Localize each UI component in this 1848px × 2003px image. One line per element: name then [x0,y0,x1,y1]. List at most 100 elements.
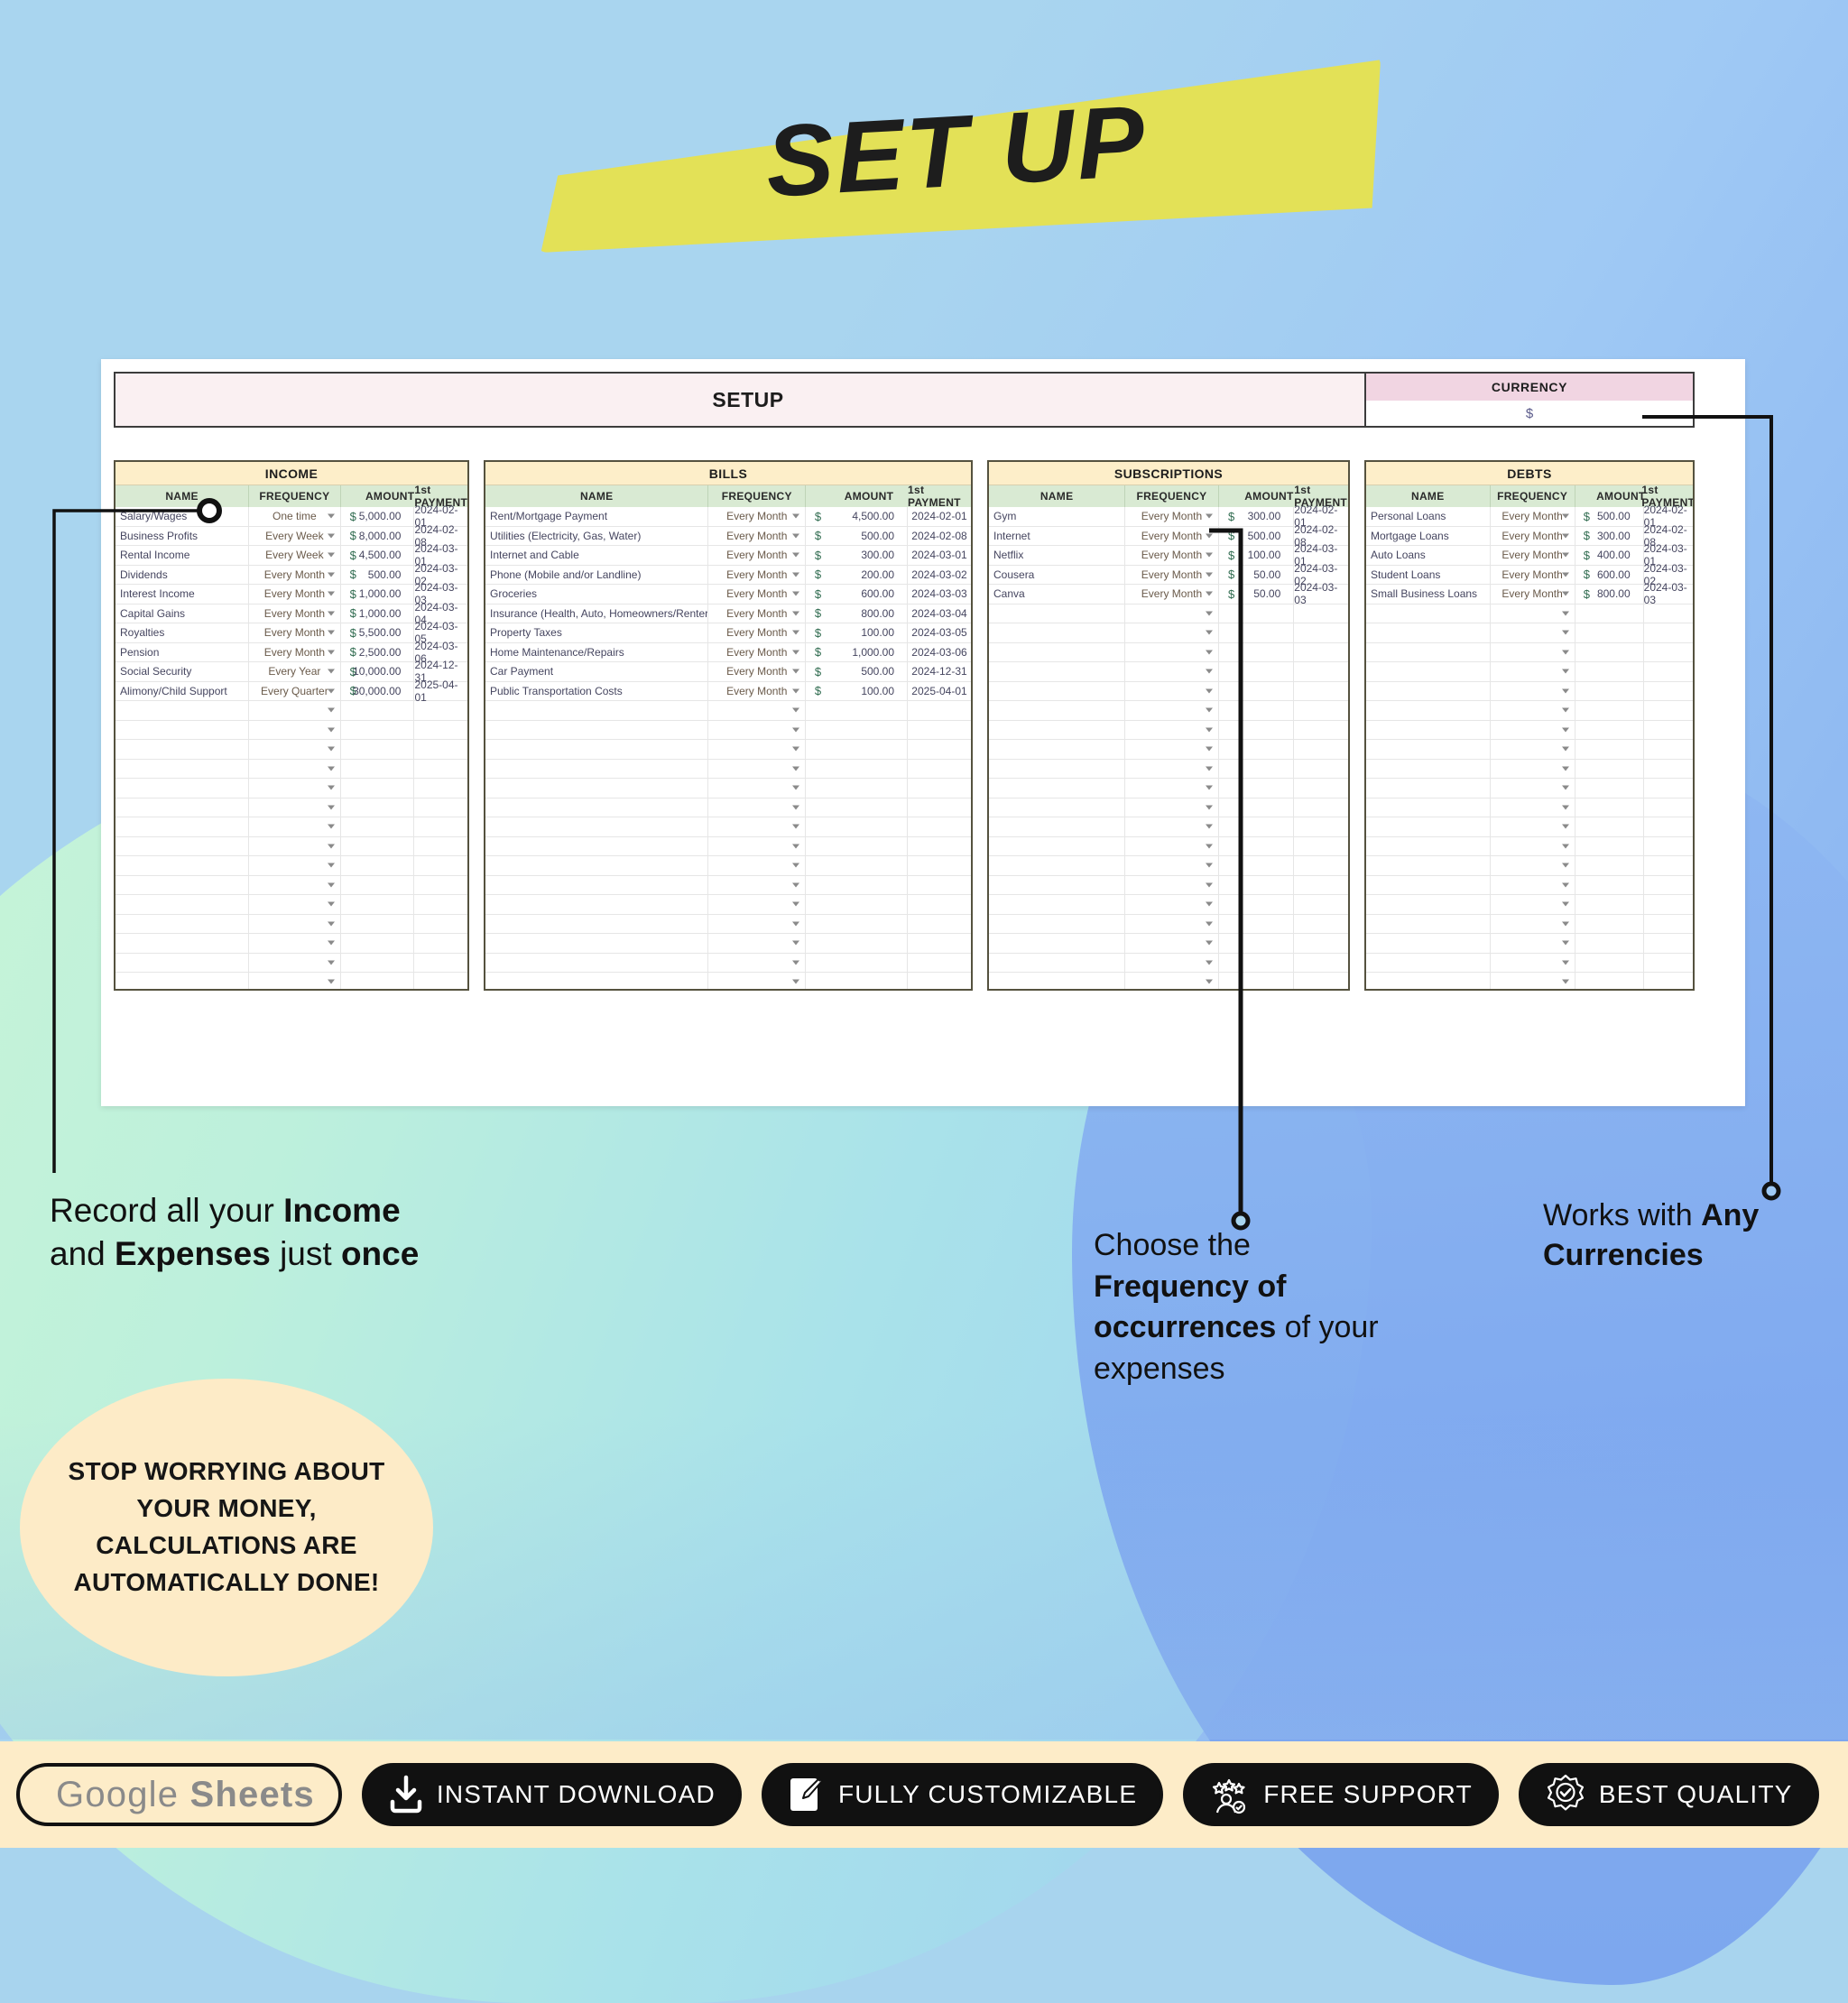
chevron-down-icon[interactable] [1561,766,1569,771]
cell-name[interactable]: Gym [989,507,1126,526]
table-row[interactable] [1366,623,1693,643]
chevron-down-icon[interactable] [327,591,335,596]
chevron-down-icon[interactable] [1561,746,1569,752]
cell-amount[interactable] [830,720,909,739]
cell-amount[interactable] [1598,623,1644,642]
chevron-down-icon[interactable] [1205,533,1213,539]
cell-amount[interactable] [365,914,415,933]
chevron-down-icon[interactable] [327,707,335,713]
cell-name[interactable] [116,856,250,875]
table-row[interactable] [1366,798,1693,817]
cell-amount[interactable] [830,934,909,953]
cell-amount[interactable]: 50.00 [1244,565,1295,584]
frequency-dropdown[interactable]: Every Month [249,604,341,623]
cell-name[interactable] [485,759,709,778]
cell-amount[interactable] [1244,895,1295,914]
table-row[interactable] [116,720,467,740]
table-row[interactable] [116,914,467,934]
table-row[interactable] [989,836,1348,856]
cell-amount[interactable] [830,914,909,933]
cell-name[interactable] [1366,740,1491,759]
cell-name[interactable] [989,817,1126,836]
cell-name[interactable]: Mortgage Loans [1366,526,1491,545]
cell-name[interactable] [116,953,250,972]
cell-amount[interactable]: 1,000.00 [830,642,909,661]
cell-amount[interactable]: 1,000.00 [359,604,415,623]
cell-name[interactable] [989,875,1126,894]
frequency-dropdown[interactable]: Every Month [1125,585,1219,604]
table-row[interactable] [116,875,467,895]
table-row[interactable] [485,836,971,856]
frequency-dropdown[interactable] [249,836,341,855]
frequency-dropdown[interactable] [1491,662,1575,681]
cell-name[interactable]: Royalties [116,623,250,642]
table-row[interactable] [1366,642,1693,662]
frequency-dropdown[interactable] [249,720,341,739]
frequency-dropdown[interactable] [708,817,807,836]
cell-first-payment[interactable] [1644,682,1693,701]
table-row[interactable]: Canva Every Month $50.00 2024-03-03 [989,581,1348,606]
cell-name[interactable]: Property Taxes [485,623,709,642]
cell-name[interactable] [989,836,1126,855]
chevron-down-icon[interactable] [1561,960,1569,965]
cell-amount[interactable]: 800.00 [830,604,909,623]
frequency-dropdown[interactable] [708,953,807,972]
cell-amount[interactable] [830,759,909,778]
chevron-down-icon[interactable] [1561,727,1569,733]
table-row[interactable] [1366,720,1693,740]
cell-amount[interactable] [1244,662,1295,681]
chevron-down-icon[interactable] [792,572,800,577]
cell-first-payment[interactable] [1644,760,1693,779]
frequency-dropdown[interactable] [249,875,341,894]
cell-first-payment[interactable] [414,934,467,953]
chevron-down-icon[interactable] [1561,844,1569,849]
cell-name[interactable]: Rent/Mortgage Payment [485,507,709,526]
frequency-dropdown[interactable] [708,875,807,894]
cell-first-payment[interactable] [1294,973,1348,989]
cell-first-payment[interactable] [1294,817,1348,836]
chevron-down-icon[interactable] [1205,844,1213,849]
frequency-dropdown[interactable]: Every Month [1491,526,1575,545]
frequency-dropdown[interactable] [1125,953,1219,972]
frequency-dropdown[interactable]: Every Week [249,546,341,565]
cell-name[interactable]: Utilities (Electricity, Gas, Water) [485,526,709,545]
table-row[interactable] [989,914,1348,934]
cell-amount[interactable] [1244,720,1295,739]
cell-name[interactable] [485,953,709,972]
cell-name[interactable] [989,662,1126,681]
cell-first-payment[interactable] [414,895,467,914]
frequency-dropdown[interactable] [708,779,807,798]
chevron-down-icon[interactable] [327,863,335,868]
cell-amount[interactable] [1598,798,1644,817]
cell-name[interactable] [1366,662,1491,681]
cell-name[interactable]: Netflix [989,546,1126,565]
cell-first-payment[interactable] [1644,915,1693,934]
cell-first-payment[interactable] [414,876,467,895]
cell-name[interactable] [1366,934,1491,953]
table-row[interactable] [989,681,1348,701]
cell-name[interactable] [1366,953,1491,972]
chevron-down-icon[interactable] [1561,630,1569,635]
cell-name[interactable] [989,934,1126,953]
cell-name[interactable]: Phone (Mobile and/or Landline) [485,565,709,584]
cell-first-payment[interactable] [1294,721,1348,740]
cell-amount[interactable] [1244,740,1295,759]
cell-name[interactable] [1366,856,1491,875]
cell-name[interactable] [116,817,250,836]
cell-first-payment[interactable] [908,954,971,973]
cell-first-payment[interactable]: 2024-02-01 [908,507,971,526]
cell-amount[interactable] [1244,875,1295,894]
chevron-down-icon[interactable] [1205,707,1213,713]
table-row[interactable] [1366,875,1693,895]
table-row[interactable] [1366,953,1693,973]
table-row[interactable] [989,875,1348,895]
frequency-dropdown[interactable] [1491,973,1575,989]
cell-amount[interactable]: 5,000.00 [359,507,415,526]
cell-name[interactable] [116,759,250,778]
cell-amount[interactable] [1244,779,1295,798]
chevron-down-icon[interactable] [1205,591,1213,596]
cell-first-payment[interactable] [414,817,467,836]
cell-name[interactable]: Salary/Wages [116,507,250,526]
cell-name[interactable] [116,798,250,817]
table-row[interactable] [116,759,467,779]
